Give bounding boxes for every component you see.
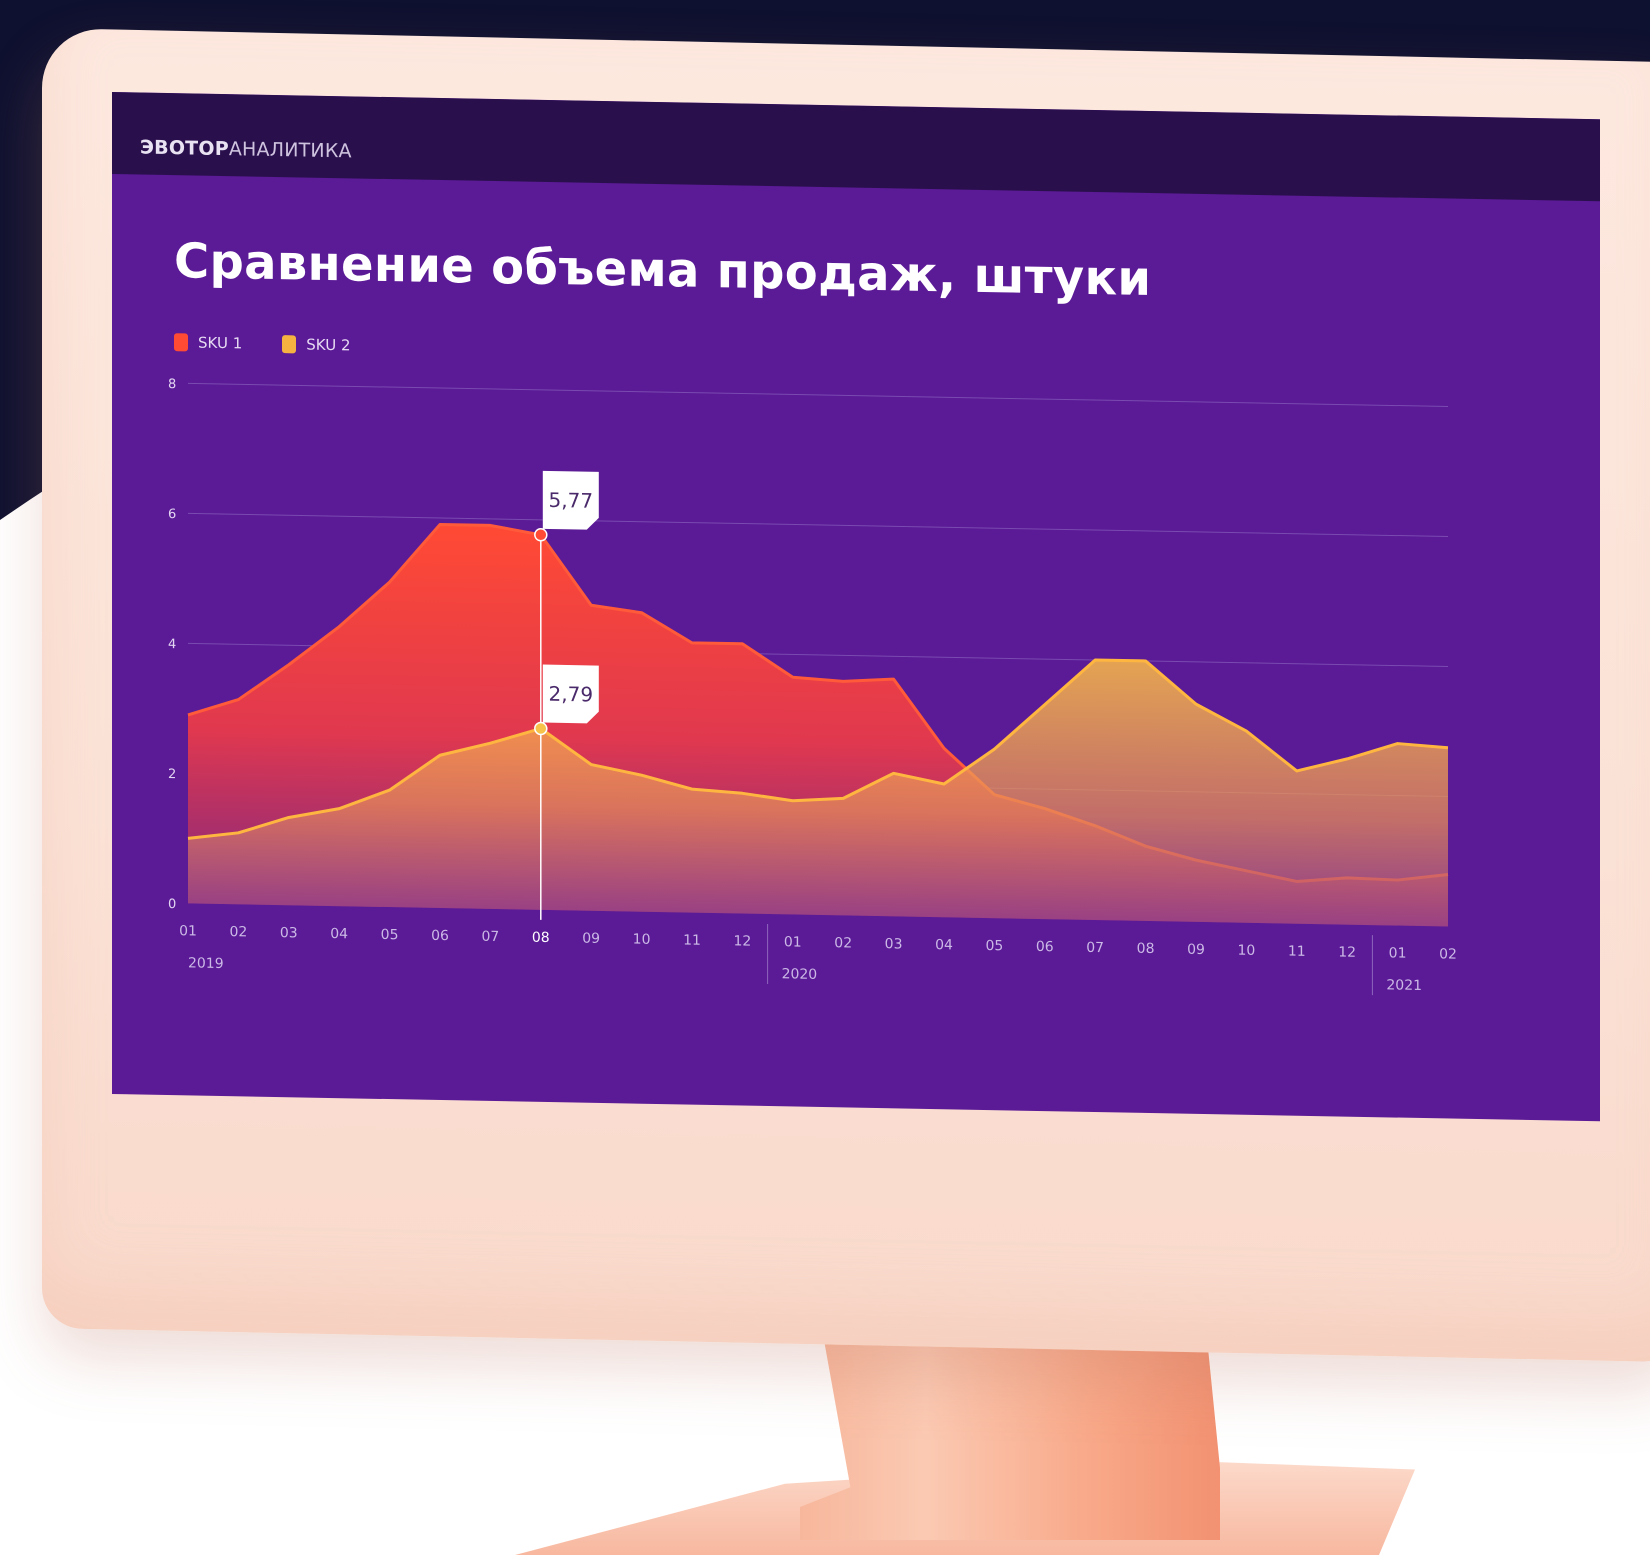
tooltip-value-sku1: 5,77 [549, 488, 594, 513]
y-tick-label-6: 6 [168, 507, 176, 522]
x-tick-label-16: 05 [985, 938, 1003, 954]
year-label-1: 2020 [782, 966, 818, 983]
x-tick-label-13: 02 [834, 935, 852, 951]
x-tick-label-12: 01 [784, 934, 802, 950]
x-tick-label-17: 06 [1036, 939, 1054, 955]
x-tick-label-0: 01 [179, 923, 197, 939]
area-chart: 02468 5,772,79 01 02 03 04 05 06 07 08 09 10 11 12 0… [168, 377, 1457, 996]
y-tick-label-2: 2 [168, 767, 176, 782]
x-tick-label-21: 10 [1237, 943, 1255, 959]
x-tick-label-14: 03 [885, 936, 903, 952]
year-label-0: 2019 [188, 955, 224, 972]
highlight-point-sku2 [534, 721, 548, 736]
x-tick-label-6: 07 [481, 929, 499, 945]
year-label-2: 2021 [1386, 977, 1422, 994]
x-tick-label-11: 12 [733, 933, 751, 949]
x-tick-label-2: 03 [280, 925, 298, 941]
dashboard-screen: ЭВОТОРАНАЛИТИКА Сравнение объема продаж,… [112, 92, 1600, 1122]
chart-areas [187, 523, 1449, 927]
x-tick-label-25: 02 [1439, 946, 1457, 962]
x-tick-label-7: 08 [532, 930, 550, 946]
x-tick-label-19: 08 [1137, 941, 1155, 957]
x-tick-label-4: 05 [381, 927, 399, 943]
x-tick-label-8: 09 [582, 931, 600, 947]
y-tick-label-0: 0 [168, 897, 176, 912]
x-tick-label-9: 10 [633, 932, 651, 948]
highlight-point-sku1 [534, 528, 548, 542]
x-tick-label-20: 09 [1187, 942, 1205, 958]
x-tick-label-1: 02 [229, 924, 247, 940]
y-tick-label-8: 8 [168, 377, 176, 392]
x-tick-label-10: 11 [683, 932, 701, 948]
x-tick-label-18: 07 [1086, 940, 1104, 956]
y-tick-label-4: 4 [168, 637, 176, 652]
chart-x-axis: 01 02 03 04 05 06 07 08 09 10 11 12 01 02 03 04 05 06 07 08… [179, 923, 1457, 996]
x-tick-label-24: 01 [1389, 945, 1407, 961]
x-tick-label-22: 11 [1288, 944, 1306, 960]
x-tick-label-5: 06 [431, 928, 449, 944]
tooltip-value-sku2: 2,79 [549, 682, 594, 707]
x-tick-label-23: 12 [1338, 944, 1356, 960]
x-tick-label-15: 04 [935, 937, 953, 953]
grid-line-8 [188, 382, 1448, 407]
grid-line-6 [188, 512, 1448, 537]
x-tick-label-3: 04 [330, 926, 348, 942]
